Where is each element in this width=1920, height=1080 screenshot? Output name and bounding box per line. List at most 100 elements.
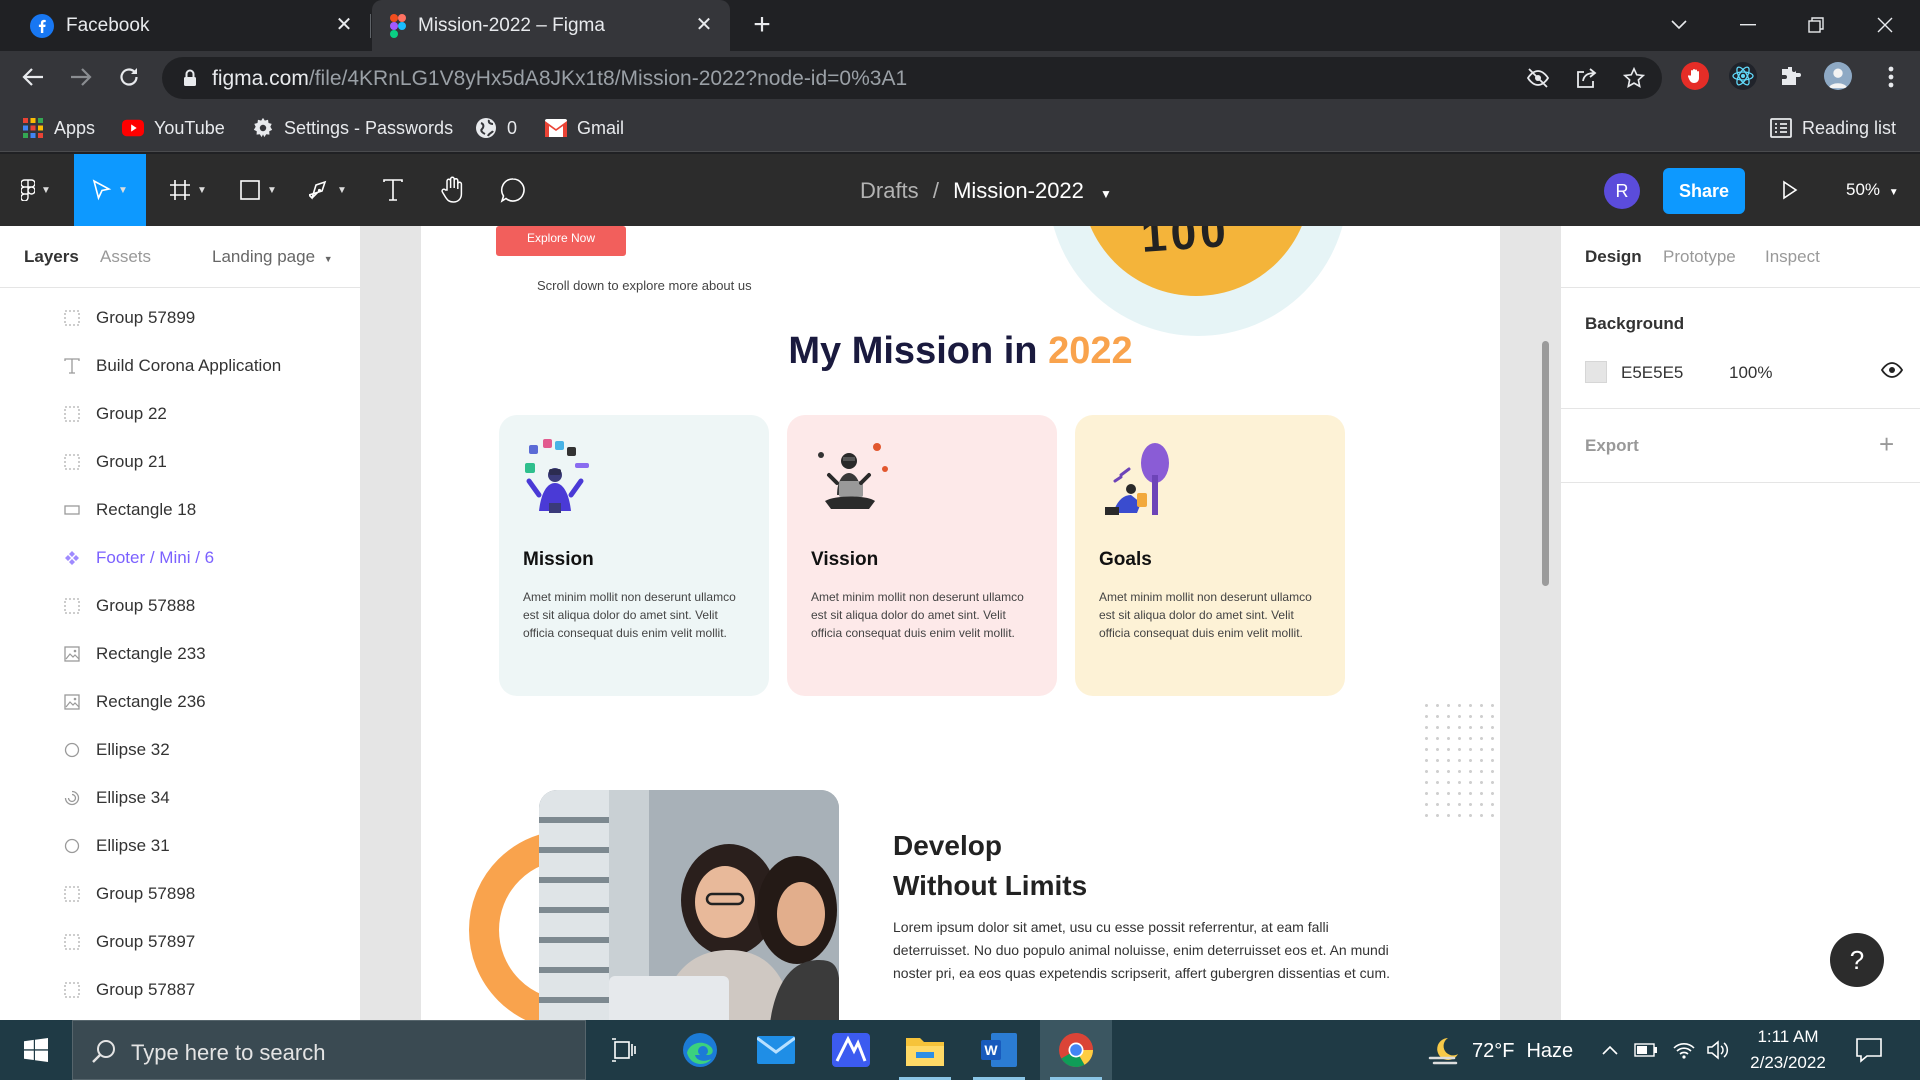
show-hidden-icons-chevron-up-icon[interactable] <box>1598 1038 1622 1062</box>
landing-page-frame[interactable]: 100 Explore Now Scroll down to explore m… <box>421 226 1500 1020</box>
layer-row[interactable]: Group 22 <box>0 390 360 438</box>
layer-row[interactable]: Ellipse 34 <box>0 774 360 822</box>
bookmark-star-icon[interactable] <box>1622 66 1646 90</box>
page-selector[interactable]: Landing page ▼ <box>212 247 333 267</box>
back-button[interactable] <box>18 62 48 92</box>
breadcrumb-folder[interactable]: Drafts <box>860 178 919 203</box>
background-hex-input[interactable]: E5E5E5 <box>1621 363 1683 383</box>
main-menu-button[interactable]: ▼ <box>0 154 72 226</box>
layer-row[interactable]: Footer / Mini / 6 <box>0 534 360 582</box>
taskbar-mail[interactable] <box>740 1020 812 1080</box>
layer-row[interactable]: Ellipse 32 <box>0 726 360 774</box>
present-button[interactable] <box>1770 154 1810 226</box>
share-page-icon[interactable] <box>1574 66 1598 90</box>
forward-button[interactable] <box>66 62 96 92</box>
panel-divider <box>1561 408 1920 409</box>
team-photo[interactable] <box>539 790 839 1020</box>
bookmark-apps[interactable]: Apps <box>22 116 95 140</box>
tab-prototype[interactable]: Prototype <box>1663 247 1736 267</box>
close-tab-icon[interactable]: ✕ <box>694 15 714 35</box>
text-tool-button[interactable] <box>370 154 415 226</box>
share-button[interactable]: Share <box>1663 168 1745 214</box>
adblock-extension-icon[interactable] <box>1681 62 1709 90</box>
layer-row[interactable]: Group 21 <box>0 438 360 486</box>
background-opacity-input[interactable]: 100% <box>1729 363 1772 383</box>
zoom-dropdown[interactable]: 50% ▼ <box>1846 180 1899 200</box>
bookmark-youtube[interactable]: YouTube <box>122 116 225 140</box>
profile-avatar[interactable] <box>1824 62 1852 90</box>
layer-row[interactable]: Group 57888 <box>0 582 360 630</box>
extensions-puzzle-icon[interactable] <box>1777 62 1805 90</box>
bookmark-0[interactable]: 0 <box>475 116 517 140</box>
layer-row[interactable]: Group 57898 <box>0 870 360 918</box>
taskbar-app-m[interactable] <box>815 1020 887 1080</box>
layer-row[interactable]: Ellipse 31 <box>0 822 360 870</box>
chrome-menu-icon[interactable] <box>1876 62 1906 92</box>
tab-inspect[interactable]: Inspect <box>1765 247 1820 267</box>
tab-design[interactable]: Design <box>1585 247 1642 267</box>
taskbar-word[interactable]: W <box>963 1020 1035 1080</box>
taskbar-search-box[interactable]: Type here to search <box>72 1020 586 1080</box>
tab-figma[interactable]: Mission-2022 – Figma ✕ <box>372 0 730 51</box>
decorative-dot-grid[interactable] <box>1421 700 1500 820</box>
layer-row[interactable]: Rectangle 18 <box>0 486 360 534</box>
url-text[interactable]: figma.com/file/4KRnLG1V8yHx5dA8JKx1t8/Mi… <box>212 67 907 91</box>
weather-widget[interactable]: 72°F Haze <box>1428 1036 1573 1066</box>
address-bar[interactable]: figma.com/file/4KRnLG1V8yHx5dA8JKx1t8/Mi… <box>162 57 1662 99</box>
task-view-button[interactable] <box>588 1020 660 1080</box>
taskbar-edge[interactable] <box>664 1020 736 1080</box>
bookmark-gmail[interactable]: Gmail <box>545 116 624 140</box>
canvas-scrollbar[interactable] <box>1542 341 1549 586</box>
taskbar-chrome[interactable] <box>1040 1020 1112 1080</box>
close-tab-icon[interactable]: ✕ <box>334 15 354 35</box>
wifi-icon[interactable] <box>1672 1038 1696 1062</box>
tab-facebook[interactable]: Facebook ✕ <box>12 0 370 51</box>
help-button[interactable]: ? <box>1830 933 1884 987</box>
react-devtools-icon[interactable] <box>1729 62 1757 90</box>
battery-icon[interactable] <box>1634 1038 1658 1062</box>
eye-off-icon[interactable] <box>1526 66 1550 90</box>
tab-layers[interactable]: Layers <box>24 247 79 267</box>
reading-list-button[interactable]: Reading list <box>1770 116 1896 140</box>
layer-row[interactable]: Group 57887 <box>0 966 360 1014</box>
layer-row[interactable]: Rectangle 233 <box>0 630 360 678</box>
comment-tool-button[interactable] <box>490 154 535 226</box>
taskbar-file-explorer[interactable] <box>889 1020 961 1080</box>
goals-card[interactable]: Goals Amet minim mollit non deserunt ull… <box>1075 415 1345 696</box>
canvas[interactable]: 100 Explore Now Scroll down to explore m… <box>361 226 1560 1020</box>
pen-tool-button[interactable]: ▼ <box>298 154 358 226</box>
background-color-swatch[interactable] <box>1585 361 1607 383</box>
visibility-eye-icon[interactable] <box>1881 362 1903 378</box>
system-clock[interactable]: 1:11 AM 2/23/2022 <box>1738 1024 1838 1076</box>
layer-row[interactable]: Group 57897 <box>0 918 360 966</box>
lock-icon[interactable] <box>178 66 202 90</box>
add-export-button[interactable]: + <box>1879 429 1894 460</box>
explore-now-button[interactable]: Explore Now <box>496 226 626 256</box>
volume-icon[interactable] <box>1706 1038 1730 1062</box>
close-window-icon[interactable] <box>1870 10 1900 40</box>
new-tab-button[interactable]: + <box>748 10 776 40</box>
notification-center-icon[interactable] <box>1855 1036 1883 1064</box>
frame-tool-button[interactable]: ▼ <box>158 154 218 226</box>
frame-group-icon <box>62 596 82 616</box>
mail-icon <box>757 1036 795 1064</box>
hand-tool-button[interactable] <box>430 154 475 226</box>
chevron-down-icon[interactable]: ▼ <box>1100 187 1112 201</box>
start-button[interactable] <box>0 1020 72 1080</box>
card-title: Vission <box>811 549 879 570</box>
bookmark-settings-passwords[interactable]: Settings - Passwords <box>252 116 453 140</box>
tab-search-icon[interactable] <box>1664 10 1694 40</box>
reload-button[interactable] <box>114 62 144 92</box>
restore-icon[interactable] <box>1801 10 1831 40</box>
vission-card[interactable]: Vission Amet minim mollit non deserunt u… <box>787 415 1057 696</box>
mission-card[interactable]: Mission Amet minim mollit non deserunt u… <box>499 415 769 696</box>
layer-row[interactable]: Group 57899 <box>0 294 360 342</box>
move-tool-button[interactable]: ▼ <box>74 154 146 226</box>
layer-row[interactable]: Rectangle 236 <box>0 678 360 726</box>
user-avatar[interactable]: R <box>1604 173 1640 209</box>
minimize-icon[interactable] <box>1733 10 1763 40</box>
shape-tool-button[interactable]: ▼ <box>228 154 288 226</box>
breadcrumb-file-name[interactable]: Mission-2022 <box>953 178 1084 203</box>
layer-row[interactable]: Build Corona Application <box>0 342 360 390</box>
tab-assets[interactable]: Assets <box>100 247 151 267</box>
